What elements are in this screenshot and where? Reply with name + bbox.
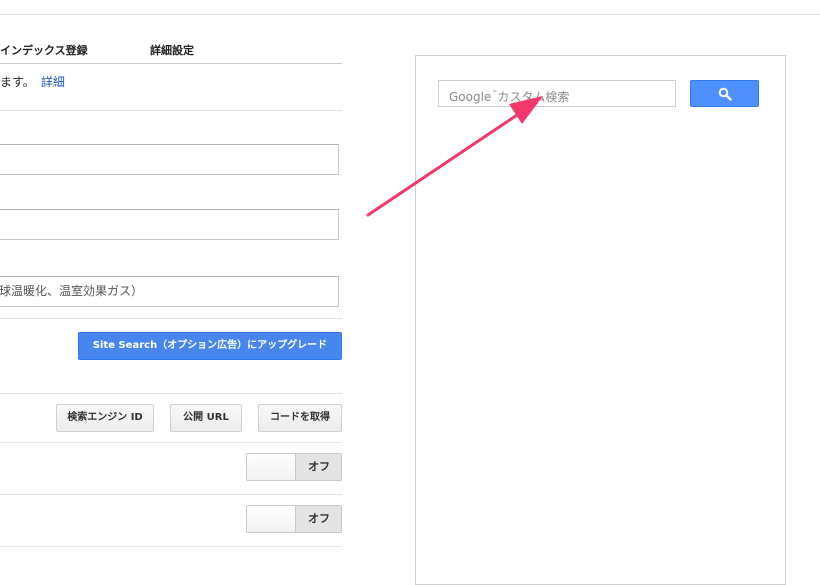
search-icon	[718, 87, 732, 101]
top-divider	[0, 14, 820, 15]
custom-search-input[interactable]: Google™カスタム検索	[438, 80, 676, 107]
toggle-track[interactable]	[247, 506, 296, 532]
toggle-state-label: オフ	[296, 506, 341, 532]
upgrade-site-search-button[interactable]: Site Search（オプション広告）にアップグレード	[78, 332, 342, 360]
tabs-divider	[0, 63, 342, 64]
keywords-field[interactable]: 球温暖化、温室効果ガス）	[0, 276, 339, 307]
get-code-button[interactable]: コードを取得	[258, 404, 342, 432]
search-engine-id-button[interactable]: 検索エンジン ID	[56, 404, 154, 432]
tab-indexing[interactable]: インデックス登録	[0, 42, 88, 58]
tab-advanced[interactable]: 詳細設定	[150, 42, 194, 58]
custom-search-button[interactable]	[690, 80, 759, 107]
placeholder-text: カスタム検索	[497, 90, 570, 104]
description-field[interactable]	[0, 209, 339, 240]
section-divider	[0, 494, 342, 495]
section-divider	[0, 546, 342, 547]
section-divider	[0, 393, 342, 394]
description: ます。 詳細	[0, 73, 65, 90]
section-divider	[0, 442, 342, 443]
name-field[interactable]	[0, 144, 339, 175]
public-url-button[interactable]: 公開 URL	[170, 404, 242, 432]
toggle-switch[interactable]: オフ	[246, 505, 342, 533]
search-preview-panel	[415, 55, 786, 585]
section-divider	[0, 318, 342, 319]
toggle-switch[interactable]: オフ	[246, 453, 342, 481]
toggle-state-label: オフ	[296, 454, 341, 480]
placeholder-brand: Google	[449, 90, 492, 104]
details-link[interactable]: 詳細	[41, 75, 65, 89]
toggle-track[interactable]	[247, 454, 296, 480]
section-divider	[0, 110, 342, 111]
description-text: ます。	[0, 75, 35, 89]
